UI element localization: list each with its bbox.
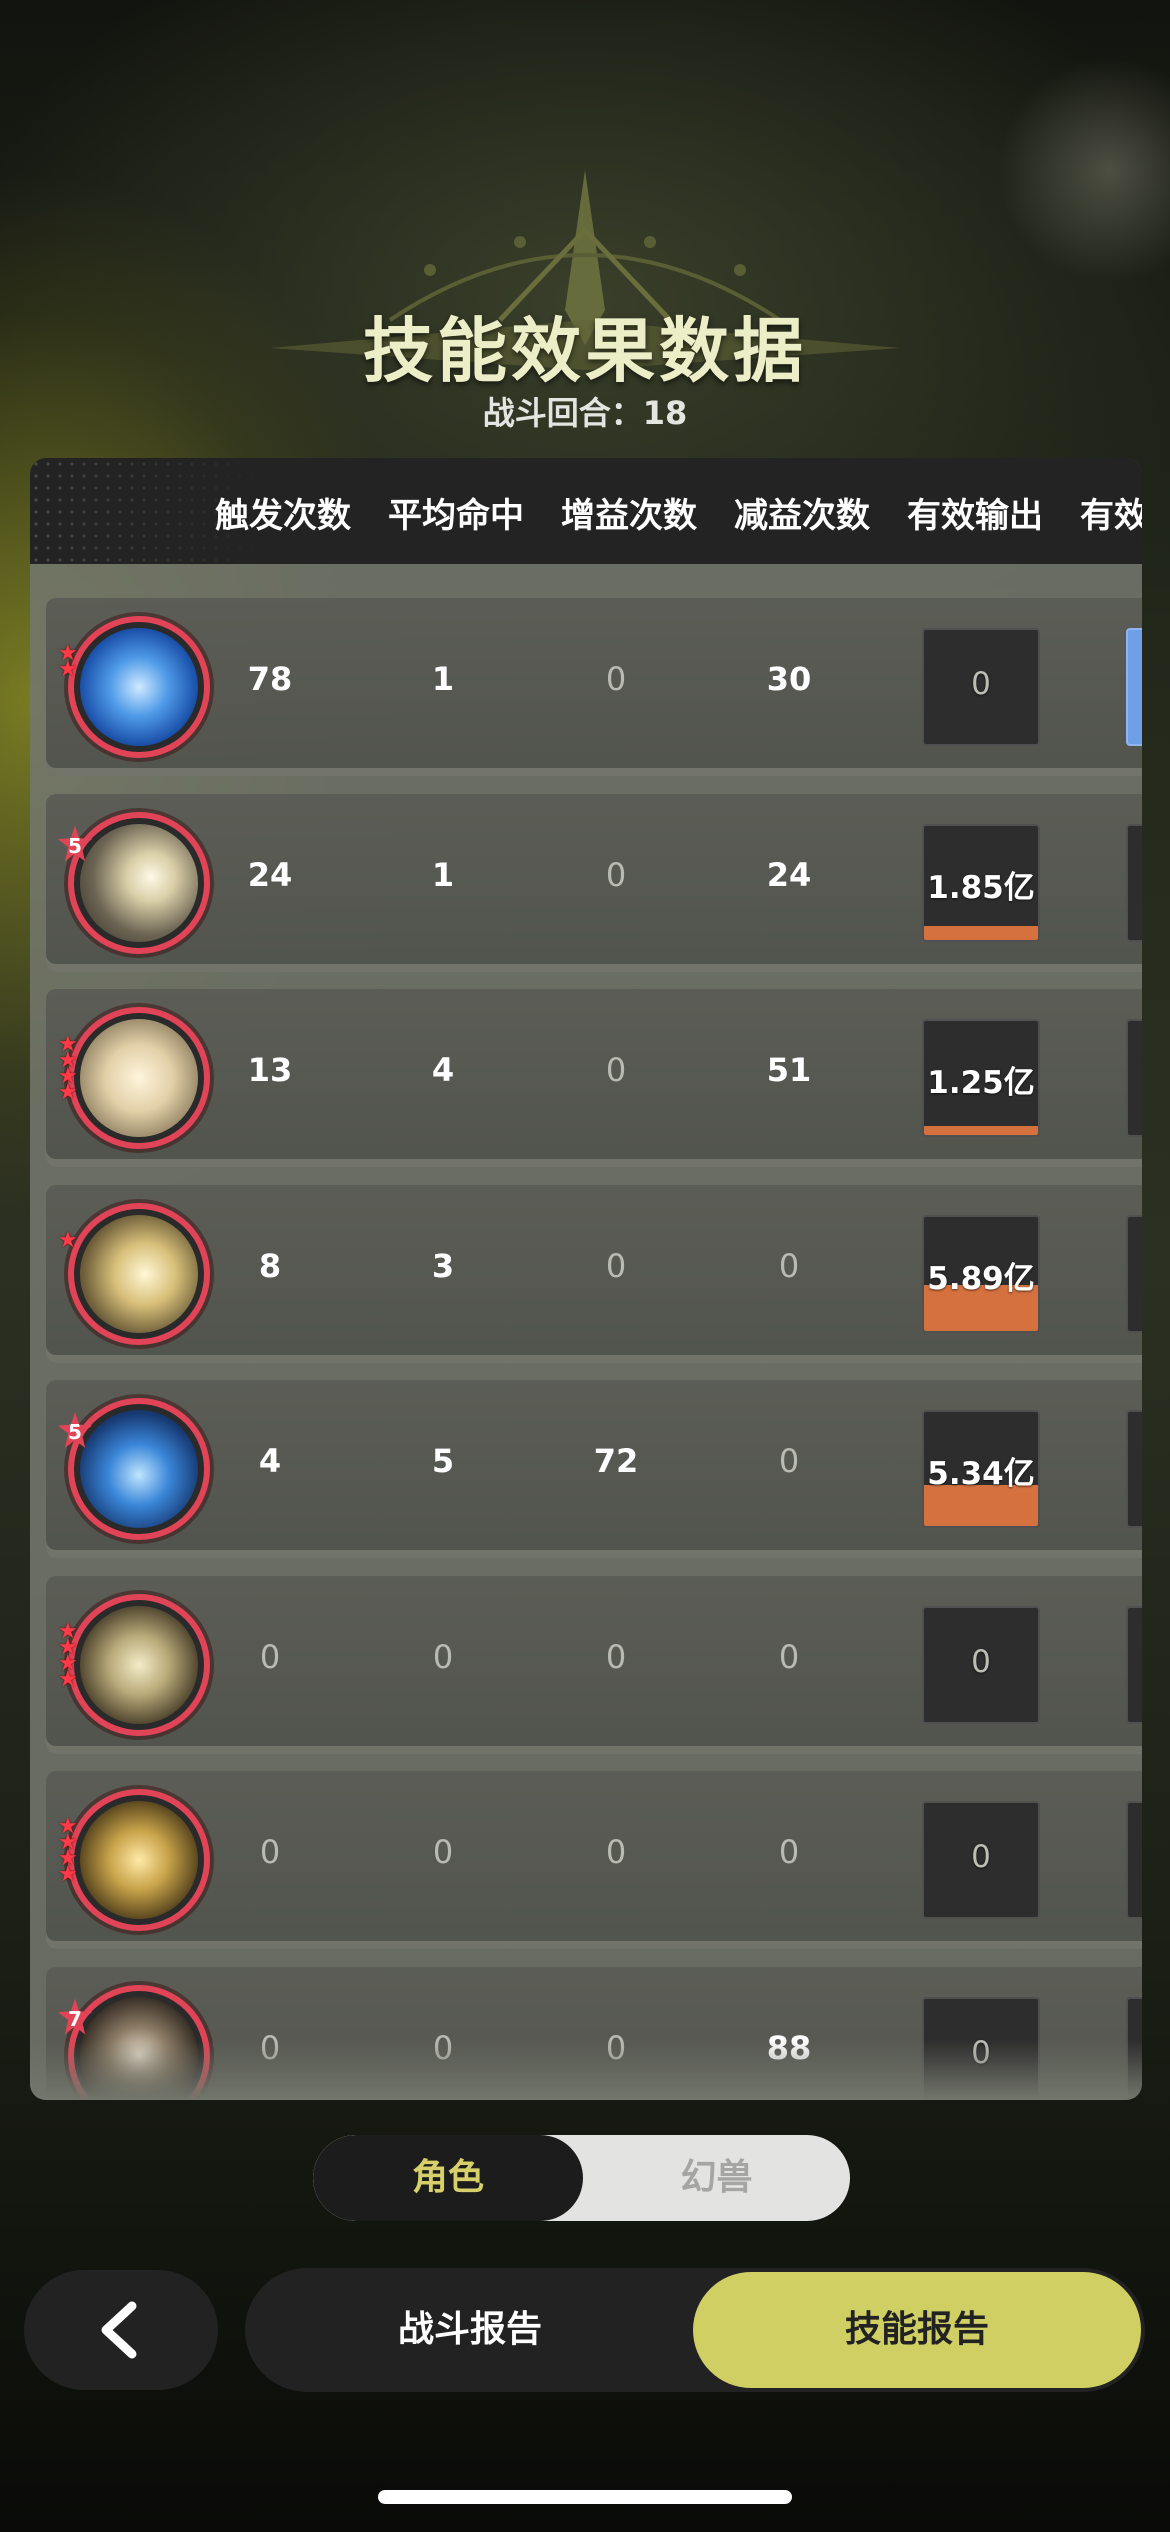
debuff-count: 30 [766, 660, 812, 698]
skill-data-panel[interactable]: 触发次数 平均命中 增益次数 减益次数 有效输出 有效 ★ ★ 78 1 0 30 0 5 24… [30, 458, 1142, 2100]
buff-count: 0 [605, 1637, 627, 1676]
output-cell: 1.85亿 [922, 823, 1040, 942]
star-rating: ★ ★ [58, 643, 86, 682]
star-icon: ★ [58, 657, 78, 682]
trigger-count: 78 [247, 660, 293, 698]
golden-emblem-skill-icon[interactable] [68, 1007, 210, 1149]
avg-hit-value: 1 [431, 660, 455, 698]
trigger-count: 8 [258, 1246, 282, 1285]
avg-hit-value: 3 [431, 1246, 455, 1285]
water-orb-skill-icon[interactable] [68, 1398, 210, 1540]
output-cell: 5.89亿 [922, 1214, 1040, 1333]
star-rating: ★ ★ ★ ★ [58, 1034, 86, 1105]
table-row[interactable]: 5 24 1 0 24 1.85亿 [46, 793, 1142, 972]
trigger-count: 0 [259, 1833, 281, 1871]
tab-beast[interactable]: 幻兽 [583, 2135, 850, 2221]
home-indicator[interactable] [378, 2490, 792, 2504]
star-rating: ★ ★ ★ ★ [58, 1620, 86, 1692]
star-icon: ★ [58, 1862, 78, 1887]
golden-relic-skill-icon[interactable] [68, 1789, 210, 1931]
next-column-cell [1126, 1019, 1142, 1137]
report-tab-bar: 战斗报告 技能报告 [245, 2268, 1145, 2392]
table-row[interactable]: ★ ★ 78 1 0 30 0 [46, 598, 1142, 776]
wing-strike-skill-icon[interactable] [68, 1202, 210, 1345]
trigger-count: 0 [259, 1637, 281, 1676]
avg-hit-value: 4 [431, 1051, 455, 1089]
column-header-debuff: 减益次数 [734, 496, 870, 536]
column-header-trigger: 触发次数 [215, 496, 351, 536]
table-row[interactable]: ★ ★ ★ ★ 0 0 0 0 0 [46, 1771, 1142, 1949]
star-rating: ★ ★ ★ ★ [58, 1816, 86, 1887]
scroll-fade [30, 2040, 1142, 2100]
star-icon: ★ [58, 1227, 78, 1253]
column-header-buff: 增益次数 [561, 496, 697, 536]
column-header-partial: 有效 [1080, 496, 1142, 536]
output-cell: 1.25亿 [922, 1019, 1040, 1137]
debuff-count: 0 [778, 1833, 800, 1871]
next-column-cell [1126, 1801, 1142, 1919]
battle-round-label: 战斗回合：18 [482, 394, 688, 432]
avg-hit-value: 0 [432, 1833, 454, 1871]
chevron-left-icon [101, 2301, 137, 2359]
column-header-avg-hit: 平均命中 [388, 496, 524, 536]
output-cell: 5.34亿 [922, 1410, 1040, 1528]
output-cell: 0 [922, 628, 1040, 746]
table-header: 触发次数 平均命中 增益次数 减益次数 有效输出 有效 [30, 458, 1142, 564]
buff-count: 0 [605, 855, 627, 894]
role-beast-toggle[interactable]: 角色 幻兽 [313, 2135, 850, 2221]
output-bar [924, 925, 1038, 940]
output-value: 1.25亿 [927, 1065, 1035, 1101]
debuff-count: 24 [766, 855, 812, 894]
next-column-cell [1126, 1410, 1142, 1528]
battle-report-button[interactable]: 战斗报告 [245, 2268, 695, 2392]
avg-hit-value: 1 [431, 855, 455, 894]
table-row[interactable]: 5 4 5 72 0 5.34亿 [46, 1380, 1142, 1558]
avg-hit-value: 0 [432, 1637, 454, 1676]
next-column-cell [1126, 1214, 1142, 1333]
avg-hit-value: 5 [431, 1442, 455, 1480]
next-column-cell [1126, 1605, 1142, 1724]
debuff-count: 51 [766, 1051, 812, 1089]
output-cell: 0 [922, 1801, 1040, 1919]
skill-report-button[interactable]: 技能报告 [693, 2272, 1141, 2388]
output-value: 0 [971, 1643, 991, 1680]
back-button[interactable] [24, 2270, 218, 2390]
trigger-count: 4 [258, 1442, 282, 1480]
output-bar [924, 1126, 1038, 1135]
table-row[interactable]: ★ ★ ★ ★ 13 4 0 51 1.25亿 [46, 989, 1142, 1167]
ice-crystal-skill-icon[interactable] [68, 616, 210, 758]
star-icon: ★ [58, 1666, 78, 1692]
buff-count: 0 [605, 1246, 627, 1285]
page-title: 技能效果数据 [363, 309, 807, 392]
output-value: 0 [971, 666, 991, 702]
star-rating: ★ [58, 1227, 86, 1253]
table-row[interactable]: ★ 8 3 0 0 5.89亿 [46, 1184, 1142, 1363]
buff-count: 72 [593, 1442, 639, 1480]
output-value: 0 [971, 1839, 991, 1875]
output-cell: 0 [922, 1605, 1040, 1724]
light-slash-skill-icon[interactable] [68, 811, 210, 954]
table-row[interactable]: ★ ★ ★ ★ 0 0 0 0 0 [46, 1575, 1142, 1754]
next-column-cell [1126, 628, 1142, 746]
tab-role[interactable]: 角色 [313, 2135, 583, 2221]
trigger-count: 13 [247, 1051, 293, 1089]
buff-count: 0 [605, 1051, 627, 1089]
output-value: 5.34亿 [927, 1456, 1035, 1492]
next-column-cell [1126, 823, 1142, 942]
debuff-count: 0 [778, 1246, 800, 1285]
header: 技能效果数据 战斗回合：18 [0, 160, 1170, 440]
star-icon: ★ [58, 1080, 78, 1105]
debuff-count: 0 [778, 1637, 800, 1676]
column-header-output: 有效输出 [907, 496, 1043, 536]
output-value: 1.85亿 [927, 869, 1035, 906]
debuff-count: 0 [778, 1442, 800, 1480]
trigger-count: 24 [247, 855, 293, 894]
buff-count: 0 [605, 1833, 627, 1871]
output-value: 5.89亿 [927, 1260, 1035, 1297]
buff-count: 0 [605, 660, 627, 698]
shield-skill-icon[interactable] [68, 1593, 210, 1736]
